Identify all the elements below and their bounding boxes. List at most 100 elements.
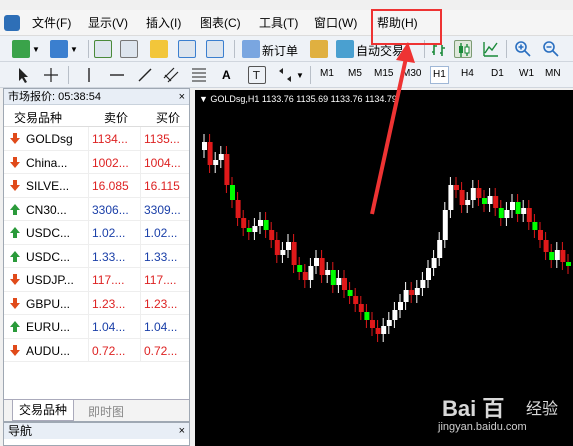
market-watch-row[interactable]: China... 1002... 1004... (4, 150, 189, 174)
market-watch-row[interactable]: USDC... 1.02... 1.02... (4, 221, 189, 245)
column-divider (140, 291, 141, 314)
auto-trading-icon[interactable] (336, 40, 354, 58)
candle-body (358, 304, 364, 312)
row-ask: 16.115 (144, 179, 180, 193)
strategy-tester-icon[interactable] (206, 40, 224, 58)
close-icon[interactable]: × (179, 89, 185, 105)
arrows-icon[interactable] (276, 66, 294, 84)
column-divider (88, 221, 89, 244)
timeframe-m5[interactable]: M5 (348, 68, 362, 79)
text-tool-icon[interactable]: A (222, 68, 231, 82)
market-watch-row[interactable]: GBPU... 1.23... 1.23... (4, 291, 189, 315)
navigator-title-bar: 导航 × (4, 423, 189, 439)
candle-body (515, 202, 521, 214)
svg-text:T: T (252, 69, 260, 82)
market-watch-row[interactable]: CN30... 3306... 3309... (4, 197, 189, 221)
new-order-icon[interactable] (242, 40, 260, 58)
timeframe-d1[interactable]: D1 (491, 68, 504, 79)
candlestick-chart-icon[interactable] (454, 40, 472, 58)
candle-body (470, 188, 476, 200)
timeframe-m15[interactable]: M15 (374, 68, 393, 79)
zoom-out-icon[interactable] (542, 40, 560, 58)
timeframe-m1[interactable]: M1 (320, 68, 334, 79)
new-chart-icon[interactable] (12, 40, 30, 58)
market-watch-row[interactable]: USDJP... 117.... 117.... (4, 268, 189, 292)
menu-window[interactable]: 窗口(W) (314, 15, 357, 31)
row-ask: 1.04... (144, 320, 178, 334)
column-ask[interactable]: 买价 (156, 109, 180, 126)
candle-body (207, 142, 213, 165)
toolbar-separator (310, 66, 311, 84)
watermark-url: jingyan.baidu.com (438, 421, 527, 433)
profiles-icon[interactable] (50, 40, 68, 58)
vertical-line-icon[interactable] (80, 66, 98, 84)
candle-body (325, 270, 331, 275)
app-icon (4, 15, 20, 31)
column-symbol[interactable]: 交易品种 (14, 109, 62, 126)
market-watch-row[interactable]: USDC... 1.33... 1.33... (4, 244, 189, 268)
candle-body (218, 154, 224, 160)
toolbar-separator (234, 40, 235, 58)
market-watch-row[interactable]: SILVE... 16.085 16.115 (4, 174, 189, 198)
column-bid[interactable]: 卖价 (104, 109, 128, 126)
data-window-icon[interactable] (120, 40, 138, 58)
trendline-icon[interactable] (136, 66, 154, 84)
tab-tick-chart[interactable]: 即时图 (88, 403, 124, 420)
market-watch-row[interactable]: EURU... 1.04... 1.04... (4, 315, 189, 339)
zoom-in-icon[interactable] (514, 40, 532, 58)
new-order-button[interactable]: 新订单 (262, 42, 298, 59)
candle-body (454, 185, 459, 190)
menu-charts[interactable]: 图表(C) (200, 15, 241, 31)
fibonacci-icon[interactable] (190, 66, 208, 84)
candle-body (392, 310, 398, 320)
arrow-up-icon (10, 227, 20, 238)
candle-body (258, 220, 263, 226)
profiles-dropdown-icon[interactable]: ▼ (70, 45, 78, 54)
channel-icon[interactable] (162, 66, 180, 84)
timeframe-mn[interactable]: MN (545, 68, 561, 79)
row-bid: 117.... (92, 273, 125, 287)
row-symbol: SILVE... (26, 179, 70, 193)
timeframe-h1[interactable]: H1 (430, 66, 449, 84)
candle-body (330, 270, 336, 285)
arrow-up-icon (10, 203, 20, 215)
market-watch-icon[interactable] (94, 40, 112, 58)
row-ask: 0.72... (144, 343, 178, 358)
candle-body (420, 280, 426, 288)
candle-body (246, 228, 252, 232)
new-chart-dropdown-icon[interactable]: ▼ (32, 45, 40, 54)
terminal-icon[interactable] (178, 40, 196, 58)
market-watch-row[interactable]: GOLDsg 1134... 1135... (4, 127, 189, 151)
market-watch-row[interactable]: AUDU... 0.72... 0.72... (4, 338, 189, 362)
candle-body (482, 198, 487, 204)
menu-tools[interactable]: 工具(T) (259, 15, 298, 31)
navigator-panel: 导航 × (3, 422, 190, 446)
menu-insert[interactable]: 插入(I) (146, 15, 181, 31)
timeframe-w1[interactable]: W1 (519, 68, 534, 79)
timeframe-m30[interactable]: M30 (402, 68, 421, 79)
tab-symbols[interactable]: 交易品种 (12, 400, 75, 421)
candle-body (386, 320, 392, 326)
candle-body (403, 290, 409, 302)
column-divider (88, 174, 89, 197)
arrows-dropdown-icon[interactable]: ▼ (296, 71, 304, 80)
menu-file[interactable]: 文件(F) (32, 15, 71, 31)
candle-body (381, 326, 387, 334)
candle-body (504, 210, 510, 218)
text-label-icon[interactable]: T (248, 66, 266, 84)
cursor-icon[interactable] (14, 66, 32, 84)
navigator-title: 导航 (8, 424, 33, 438)
menu-view[interactable]: 显示(V) (88, 15, 128, 31)
row-symbol: China... (26, 155, 68, 170)
candle-body (353, 296, 359, 304)
line-chart-icon[interactable] (482, 40, 500, 58)
row-ask: 3309... (144, 202, 181, 217)
metaeditor-icon[interactable] (310, 40, 328, 58)
close-icon[interactable]: × (179, 423, 185, 439)
timeframe-h4[interactable]: H4 (461, 68, 474, 79)
candle-body (409, 290, 415, 295)
crosshair-icon[interactable] (42, 66, 60, 84)
navigator-icon[interactable] (150, 40, 168, 58)
horizontal-line-icon[interactable] (108, 66, 126, 84)
candle-body (431, 258, 437, 268)
